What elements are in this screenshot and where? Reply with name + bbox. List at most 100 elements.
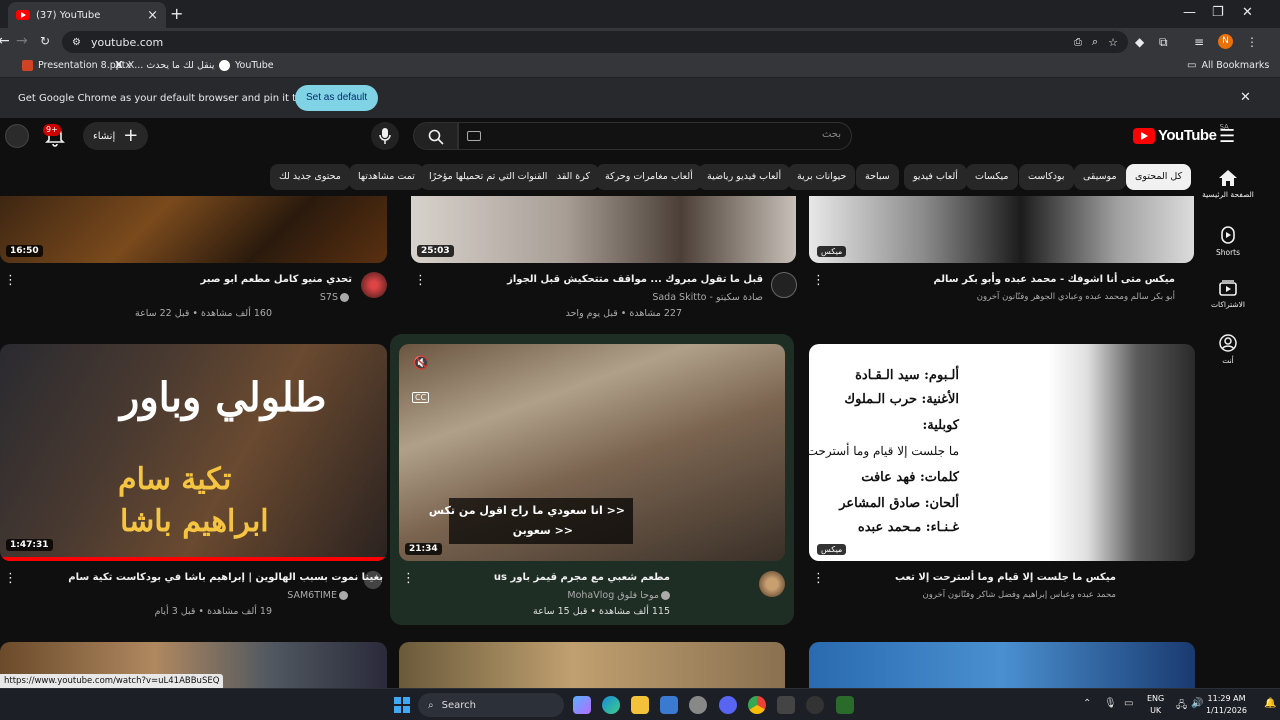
edge-icon[interactable] bbox=[602, 696, 620, 714]
tray-app-icon[interactable]: ▭ bbox=[1124, 698, 1133, 709]
search-input[interactable] bbox=[541, 129, 841, 140]
browser-tab-youtube[interactable]: (37) YouTube × bbox=[8, 2, 166, 28]
duration-badge: 16:50 bbox=[6, 245, 43, 257]
more-actions-icon[interactable]: ⋮ bbox=[4, 572, 17, 585]
chip-swimming[interactable]: سباحة bbox=[856, 164, 899, 190]
new-tab-button[interactable]: + bbox=[170, 4, 183, 23]
store-icon[interactable] bbox=[660, 696, 678, 714]
account-avatar[interactable] bbox=[5, 124, 29, 148]
minimize-icon[interactable]: — bbox=[1183, 5, 1196, 20]
video-title[interactable]: بغينا نموت بسبب الهالوين | إبراهيم باشا … bbox=[68, 572, 383, 583]
extensions-puzzle-icon[interactable]: ⧉ bbox=[1159, 35, 1168, 50]
app-icon[interactable] bbox=[806, 696, 824, 714]
keyboard-icon[interactable] bbox=[467, 131, 481, 141]
captions-icon[interactable]: CC bbox=[412, 392, 430, 403]
chip-watched[interactable]: تمت مشاهدتها bbox=[349, 164, 424, 190]
create-button[interactable]: إنشاء + bbox=[83, 122, 149, 150]
discord-icon[interactable] bbox=[719, 696, 737, 714]
mute-icon[interactable]: 🔇 bbox=[413, 356, 429, 371]
restore-icon[interactable]: ❐ bbox=[1212, 5, 1224, 20]
address-bar[interactable]: ⚙ youtube.com ⎙ ⌕ ☆ bbox=[62, 31, 1128, 53]
app-icon[interactable] bbox=[777, 696, 795, 714]
network-icon[interactable]: 🖧 bbox=[1176, 698, 1187, 715]
video-thumbnail[interactable]: طلولي وباور تكية سام ابراهيم باشا 1:47:3… bbox=[0, 344, 387, 561]
browser-menu-icon[interactable]: ⋮ bbox=[1246, 35, 1258, 49]
channel-name[interactable]: SAM6TIME bbox=[287, 590, 348, 601]
guide-menu-icon[interactable]: ☰ bbox=[1219, 126, 1235, 147]
chip-wildlife[interactable]: حيوانات برية bbox=[788, 164, 856, 190]
more-actions-icon[interactable]: ⋮ bbox=[4, 274, 17, 287]
volume-icon[interactable]: 🔊 bbox=[1191, 698, 1203, 709]
zoom-icon[interactable]: ⌕ bbox=[1092, 35, 1098, 49]
site-info-icon[interactable]: ⚙ bbox=[72, 37, 81, 48]
chip-podcasts[interactable]: بودكاست bbox=[1019, 164, 1074, 190]
video-thumbnail[interactable]: 16:50 bbox=[0, 196, 387, 263]
bookmark-label: X... ينقل لك ما يحدث bbox=[127, 60, 215, 71]
more-actions-icon[interactable]: ⋮ bbox=[812, 572, 825, 585]
set-default-button[interactable]: Set as default bbox=[295, 85, 379, 111]
close-window-icon[interactable]: ✕ bbox=[1242, 5, 1253, 20]
channel-avatar[interactable] bbox=[361, 272, 387, 298]
guide-subscriptions[interactable]: الاشتراكات bbox=[1200, 280, 1256, 309]
tray-overflow-icon[interactable]: ⌃ bbox=[1083, 698, 1091, 709]
settings-icon[interactable] bbox=[689, 696, 707, 714]
extension-icon[interactable]: ◆ bbox=[1135, 35, 1144, 49]
video-thumbnail[interactable] bbox=[399, 642, 785, 688]
video-title[interactable]: ميكس متى أنا اشوفك - محمد عبده وأبو بكر … bbox=[933, 274, 1175, 285]
profile-avatar[interactable]: N bbox=[1218, 34, 1233, 49]
language-indicator[interactable]: ENG UK bbox=[1147, 693, 1164, 717]
channel-avatar[interactable] bbox=[759, 571, 785, 597]
video-title[interactable]: مطعم شعبي مع مجرم قيمز باور us bbox=[494, 572, 670, 583]
guide-you[interactable]: أنت bbox=[1200, 334, 1256, 365]
chip-new-to-you[interactable]: محتوى جديد لك bbox=[270, 164, 350, 190]
chrome-icon[interactable] bbox=[748, 696, 766, 714]
microphone-tray-icon[interactable]: 🎙 bbox=[1104, 698, 1117, 709]
windows-start-icon[interactable] bbox=[394, 697, 410, 713]
chip-mixes[interactable]: ميكسات bbox=[966, 164, 1018, 190]
guide-shorts[interactable]: Shorts bbox=[1200, 226, 1256, 257]
reload-icon[interactable]: ↻ bbox=[40, 34, 50, 48]
video-title[interactable]: قبل ما تقول مبروك ... مواقف متتحكيش قبل … bbox=[507, 274, 763, 285]
channel-name[interactable]: Sada Skitto - صادة سكيتو bbox=[652, 292, 763, 303]
chip-sports-games[interactable]: ألعاب فيديو رياضية bbox=[698, 164, 791, 190]
chip-video-games[interactable]: ألعاب فيديو bbox=[904, 164, 967, 190]
forward-icon[interactable]: → bbox=[16, 33, 28, 49]
video-thumbnail[interactable] bbox=[809, 642, 1195, 688]
mix-thumbnail[interactable]: ألـبوم: سيد الـقـادة الأغنية: حرب الـملو… bbox=[809, 344, 1195, 561]
video-player-preview[interactable]: 🔇 CC << انا سعودي ما راح اقول من تكس << … bbox=[399, 344, 785, 561]
install-app-icon[interactable]: ⎙ bbox=[1074, 37, 1082, 48]
bookmark-x[interactable]: X X... ينقل لك ما يحدث bbox=[115, 60, 214, 71]
more-actions-icon[interactable]: ⋮ bbox=[812, 274, 825, 287]
chip-all[interactable]: كل المحتوى bbox=[1126, 164, 1192, 190]
duration-badge: 21:34 bbox=[405, 543, 442, 555]
system-clock[interactable]: 11:29 AM 1/11/2026 bbox=[1206, 693, 1247, 717]
video-title[interactable]: ميكس ما جلست إلا قيام وما أسترحت إلا تعب bbox=[895, 572, 1116, 583]
notifications-icon[interactable]: 🔔 bbox=[1264, 698, 1276, 709]
close-infobar-icon[interactable]: ✕ bbox=[1240, 90, 1251, 105]
chip-recently-uploaded[interactable]: القنوات التي تم تحميلها مؤخرًا bbox=[420, 164, 557, 190]
mix-thumbnail[interactable]: ميكس bbox=[809, 196, 1194, 263]
channel-avatar[interactable] bbox=[771, 272, 797, 298]
more-actions-icon[interactable]: ⋮ bbox=[402, 572, 415, 585]
reading-list-icon[interactable]: ≡ bbox=[1194, 35, 1204, 49]
bookmark-star-icon[interactable]: ☆ bbox=[1108, 36, 1118, 49]
app-icon[interactable] bbox=[836, 696, 854, 714]
voice-search-button[interactable] bbox=[371, 122, 399, 150]
back-icon[interactable]: ← bbox=[0, 33, 10, 49]
chip-action-adventure[interactable]: ألعاب مغامرات وحركة bbox=[596, 164, 702, 190]
file-explorer-icon[interactable] bbox=[631, 696, 649, 714]
more-actions-icon[interactable]: ⋮ bbox=[414, 274, 427, 287]
video-thumbnail[interactable]: 25:03 bbox=[411, 196, 796, 263]
close-tab-icon[interactable]: × bbox=[147, 8, 158, 23]
taskbar-search[interactable]: ⌕ Search bbox=[418, 693, 564, 717]
video-title[interactable]: تحدي منيو كامل مطعم ابو صبر bbox=[201, 274, 352, 285]
bookmark-youtube[interactable]: YouTube bbox=[219, 60, 274, 71]
chip-music[interactable]: موسيقى bbox=[1074, 164, 1126, 190]
copilot-icon[interactable] bbox=[573, 696, 591, 714]
search-button[interactable] bbox=[413, 122, 458, 150]
channel-name[interactable]: S7S bbox=[320, 292, 349, 303]
youtube-logo[interactable]: YouTube SA bbox=[1133, 123, 1229, 144]
guide-home[interactable]: الصفحة الرئيسية bbox=[1200, 170, 1256, 199]
all-bookmarks[interactable]: ▭ All Bookmarks bbox=[1187, 60, 1269, 71]
channel-name[interactable]: MohaVlog موحا فلوق bbox=[567, 590, 670, 601]
